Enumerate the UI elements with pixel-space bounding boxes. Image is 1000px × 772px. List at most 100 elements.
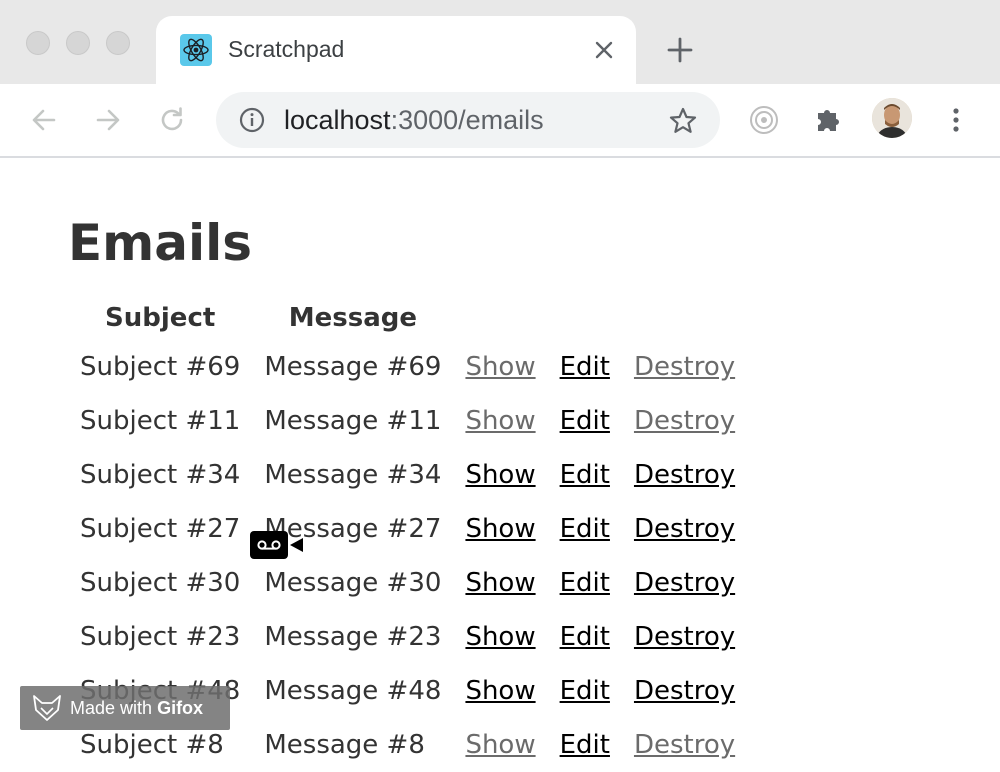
subject-cell: Subject #30 [80, 568, 241, 598]
message-cell: Message #69 [264, 352, 442, 382]
edit-link[interactable]: Edit [560, 676, 610, 706]
message-cell: Message #48 [264, 676, 442, 706]
destroy-link[interactable]: Destroy [634, 676, 735, 706]
message-cell: Message #8 [264, 730, 425, 760]
profile-photo-icon [872, 98, 912, 138]
message-cell: Message #30 [264, 568, 442, 598]
destroy-link[interactable]: Destroy [634, 406, 735, 436]
reload-icon[interactable] [156, 104, 188, 136]
gifox-watermark: Made with Gifox [20, 686, 230, 730]
edit-link[interactable]: Edit [560, 730, 610, 760]
show-link[interactable]: Show [465, 676, 535, 706]
edit-cell: Edit [548, 610, 622, 664]
edit-cell: Edit [548, 556, 622, 610]
subject-cell: Subject #11 [80, 406, 241, 436]
edit-cell: Edit [548, 718, 622, 772]
page-title: Emails [68, 214, 253, 272]
show-cell: Show [453, 664, 547, 718]
table-row: Subject #11 Message #11 Show Edit Destroy [68, 394, 747, 448]
message-cell: Message #11 [264, 406, 442, 436]
close-window-button[interactable] [26, 31, 50, 55]
edit-link[interactable]: Edit [560, 514, 610, 544]
edit-link[interactable]: Edit [560, 460, 610, 490]
column-header-empty [622, 296, 747, 340]
more-menu-icon[interactable] [940, 104, 972, 136]
table-row: Subject #30 Message #30 Show Edit Destroy [68, 556, 747, 610]
column-header-empty [548, 296, 622, 340]
destroy-link[interactable]: Destroy [634, 568, 735, 598]
destroy-link[interactable]: Destroy [634, 514, 735, 544]
recording-camera-icon [250, 531, 303, 559]
edit-link[interactable]: Edit [560, 568, 610, 598]
destroy-link[interactable]: Destroy [634, 352, 735, 382]
extension-target-icon[interactable] [748, 104, 780, 136]
show-link[interactable]: Show [465, 406, 535, 436]
destroy-link[interactable]: Destroy [634, 730, 735, 760]
destroy-cell: Destroy [622, 718, 747, 772]
forward-arrow-icon[interactable] [92, 104, 124, 136]
show-cell: Show [453, 394, 547, 448]
url-text[interactable]: localhost:3000/emails [284, 105, 544, 136]
extensions-puzzle-icon[interactable] [812, 104, 844, 136]
tab-strip: Scratchpad [0, 0, 1000, 84]
show-link[interactable]: Show [465, 622, 535, 652]
column-header-message: Message [288, 303, 418, 333]
edit-cell: Edit [548, 340, 622, 394]
zoom-window-button[interactable] [106, 31, 130, 55]
show-cell: Show [453, 448, 547, 502]
close-tab-icon[interactable] [592, 38, 616, 62]
browser-toolbar: localhost:3000/emails [0, 84, 1000, 158]
show-cell: Show [453, 340, 547, 394]
fox-logo-icon [33, 695, 61, 721]
show-link[interactable]: Show [465, 460, 535, 490]
table-row: Subject #27 Message #27 Show Edit Destroy [68, 502, 747, 556]
subject-cell: Subject #27 [80, 514, 241, 544]
profile-avatar[interactable] [872, 98, 912, 138]
edit-link[interactable]: Edit [560, 406, 610, 436]
column-header-subject: Subject [105, 303, 216, 333]
show-cell: Show [453, 502, 547, 556]
table-header-row: Subject Message [68, 296, 747, 340]
url-path: :3000/emails [390, 105, 544, 135]
edit-cell: Edit [548, 502, 622, 556]
message-cell: Message #34 [264, 460, 442, 490]
watermark-brand: Gifox [157, 698, 204, 718]
destroy-cell: Destroy [622, 502, 747, 556]
show-link[interactable]: Show [465, 514, 535, 544]
show-link[interactable]: Show [465, 352, 535, 382]
edit-link[interactable]: Edit [560, 622, 610, 652]
destroy-cell: Destroy [622, 610, 747, 664]
watermark-text: Made with Gifox [70, 698, 203, 719]
table-row: Subject #34 Message #34 Show Edit Destroy [68, 448, 747, 502]
edit-cell: Edit [548, 394, 622, 448]
message-cell: Message #23 [264, 622, 442, 652]
show-link[interactable]: Show [465, 730, 535, 760]
destroy-cell: Destroy [622, 340, 747, 394]
address-bar[interactable]: localhost:3000/emails [216, 92, 720, 148]
table-row: Subject #23 Message #23 Show Edit Destroy [68, 610, 747, 664]
subject-cell: Subject #34 [80, 460, 241, 490]
bookmark-star-icon[interactable] [668, 106, 698, 136]
destroy-link[interactable]: Destroy [634, 460, 735, 490]
edit-cell: Edit [548, 448, 622, 502]
watermark-prefix: Made with [70, 698, 153, 718]
active-tab[interactable]: Scratchpad [156, 16, 636, 84]
site-info-icon[interactable] [238, 106, 266, 134]
subject-cell: Subject #23 [80, 622, 241, 652]
show-link[interactable]: Show [465, 568, 535, 598]
destroy-cell: Destroy [622, 394, 747, 448]
destroy-link[interactable]: Destroy [634, 622, 735, 652]
react-logo-icon [180, 34, 212, 66]
table-row: Subject #69 Message #69 Show Edit Destroy [68, 340, 747, 394]
edit-cell: Edit [548, 664, 622, 718]
show-cell: Show [453, 610, 547, 664]
back-arrow-icon[interactable] [28, 104, 60, 136]
destroy-cell: Destroy [622, 448, 747, 502]
minimize-window-button[interactable] [66, 31, 90, 55]
destroy-cell: Destroy [622, 664, 747, 718]
tab-title: Scratchpad [228, 36, 345, 62]
edit-link[interactable]: Edit [560, 352, 610, 382]
destroy-cell: Destroy [622, 556, 747, 610]
show-cell: Show [453, 556, 547, 610]
new-tab-icon[interactable] [666, 36, 694, 64]
